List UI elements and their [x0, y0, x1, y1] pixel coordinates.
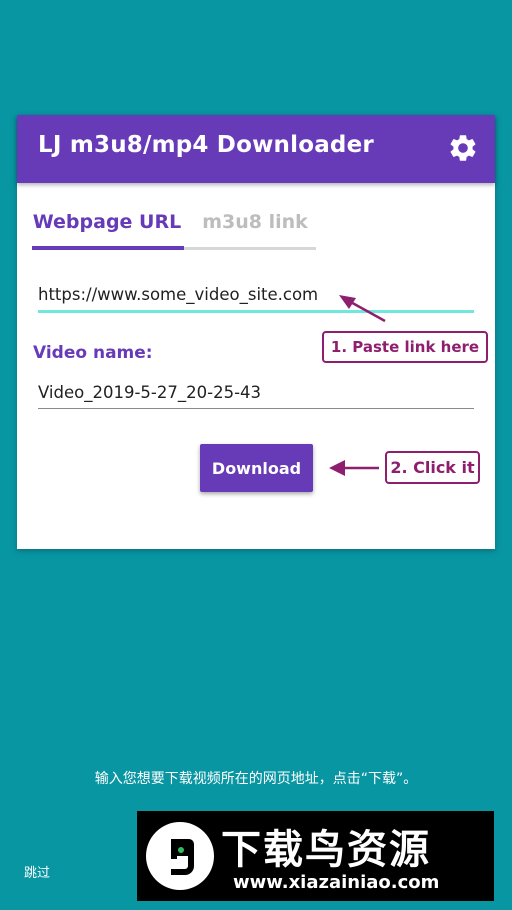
skip-button[interactable]: 跳过 — [24, 862, 50, 881]
arrow-to-url-icon — [339, 295, 386, 323]
main-card: LJ m3u8/mp4 Downloader Webpage URL m3u8 … — [17, 115, 495, 549]
callout-click-it: 2. Click it — [385, 451, 480, 484]
app-bar: LJ m3u8/mp4 Downloader — [17, 115, 495, 183]
arrow-to-download-icon — [329, 460, 379, 476]
url-input-underline — [38, 310, 474, 313]
download-button[interactable]: Download — [200, 444, 313, 492]
tab-bar: Webpage URL m3u8 link — [32, 205, 316, 251]
tab-indicator — [32, 246, 184, 250]
tab-m3u8-link[interactable]: m3u8 link — [200, 205, 310, 249]
bird-logo-icon — [146, 822, 214, 890]
watermark-url: www.xiazainiao.com — [233, 872, 440, 893]
video-name-input[interactable]: Video_2019-5-27_20-25-43 — [38, 383, 261, 402]
callout-paste-link: 1. Paste link here — [322, 331, 488, 363]
tab-webpage-url[interactable]: Webpage URL — [32, 205, 182, 249]
video-name-label: Video name: — [33, 343, 153, 363]
hint-text: 输入您想要下载视频所在的网页地址，点击“下载”。 — [94, 771, 418, 787]
watermark: 下载鸟资源 www.xiazainiao.com — [137, 811, 494, 901]
watermark-name: 下载鸟资源 — [221, 827, 431, 873]
video-name-underline — [38, 408, 474, 409]
app-title: LJ m3u8/mp4 Downloader — [38, 132, 374, 158]
url-input[interactable]: https://www.some_video_site.com — [38, 285, 318, 304]
gear-icon[interactable] — [447, 132, 479, 164]
